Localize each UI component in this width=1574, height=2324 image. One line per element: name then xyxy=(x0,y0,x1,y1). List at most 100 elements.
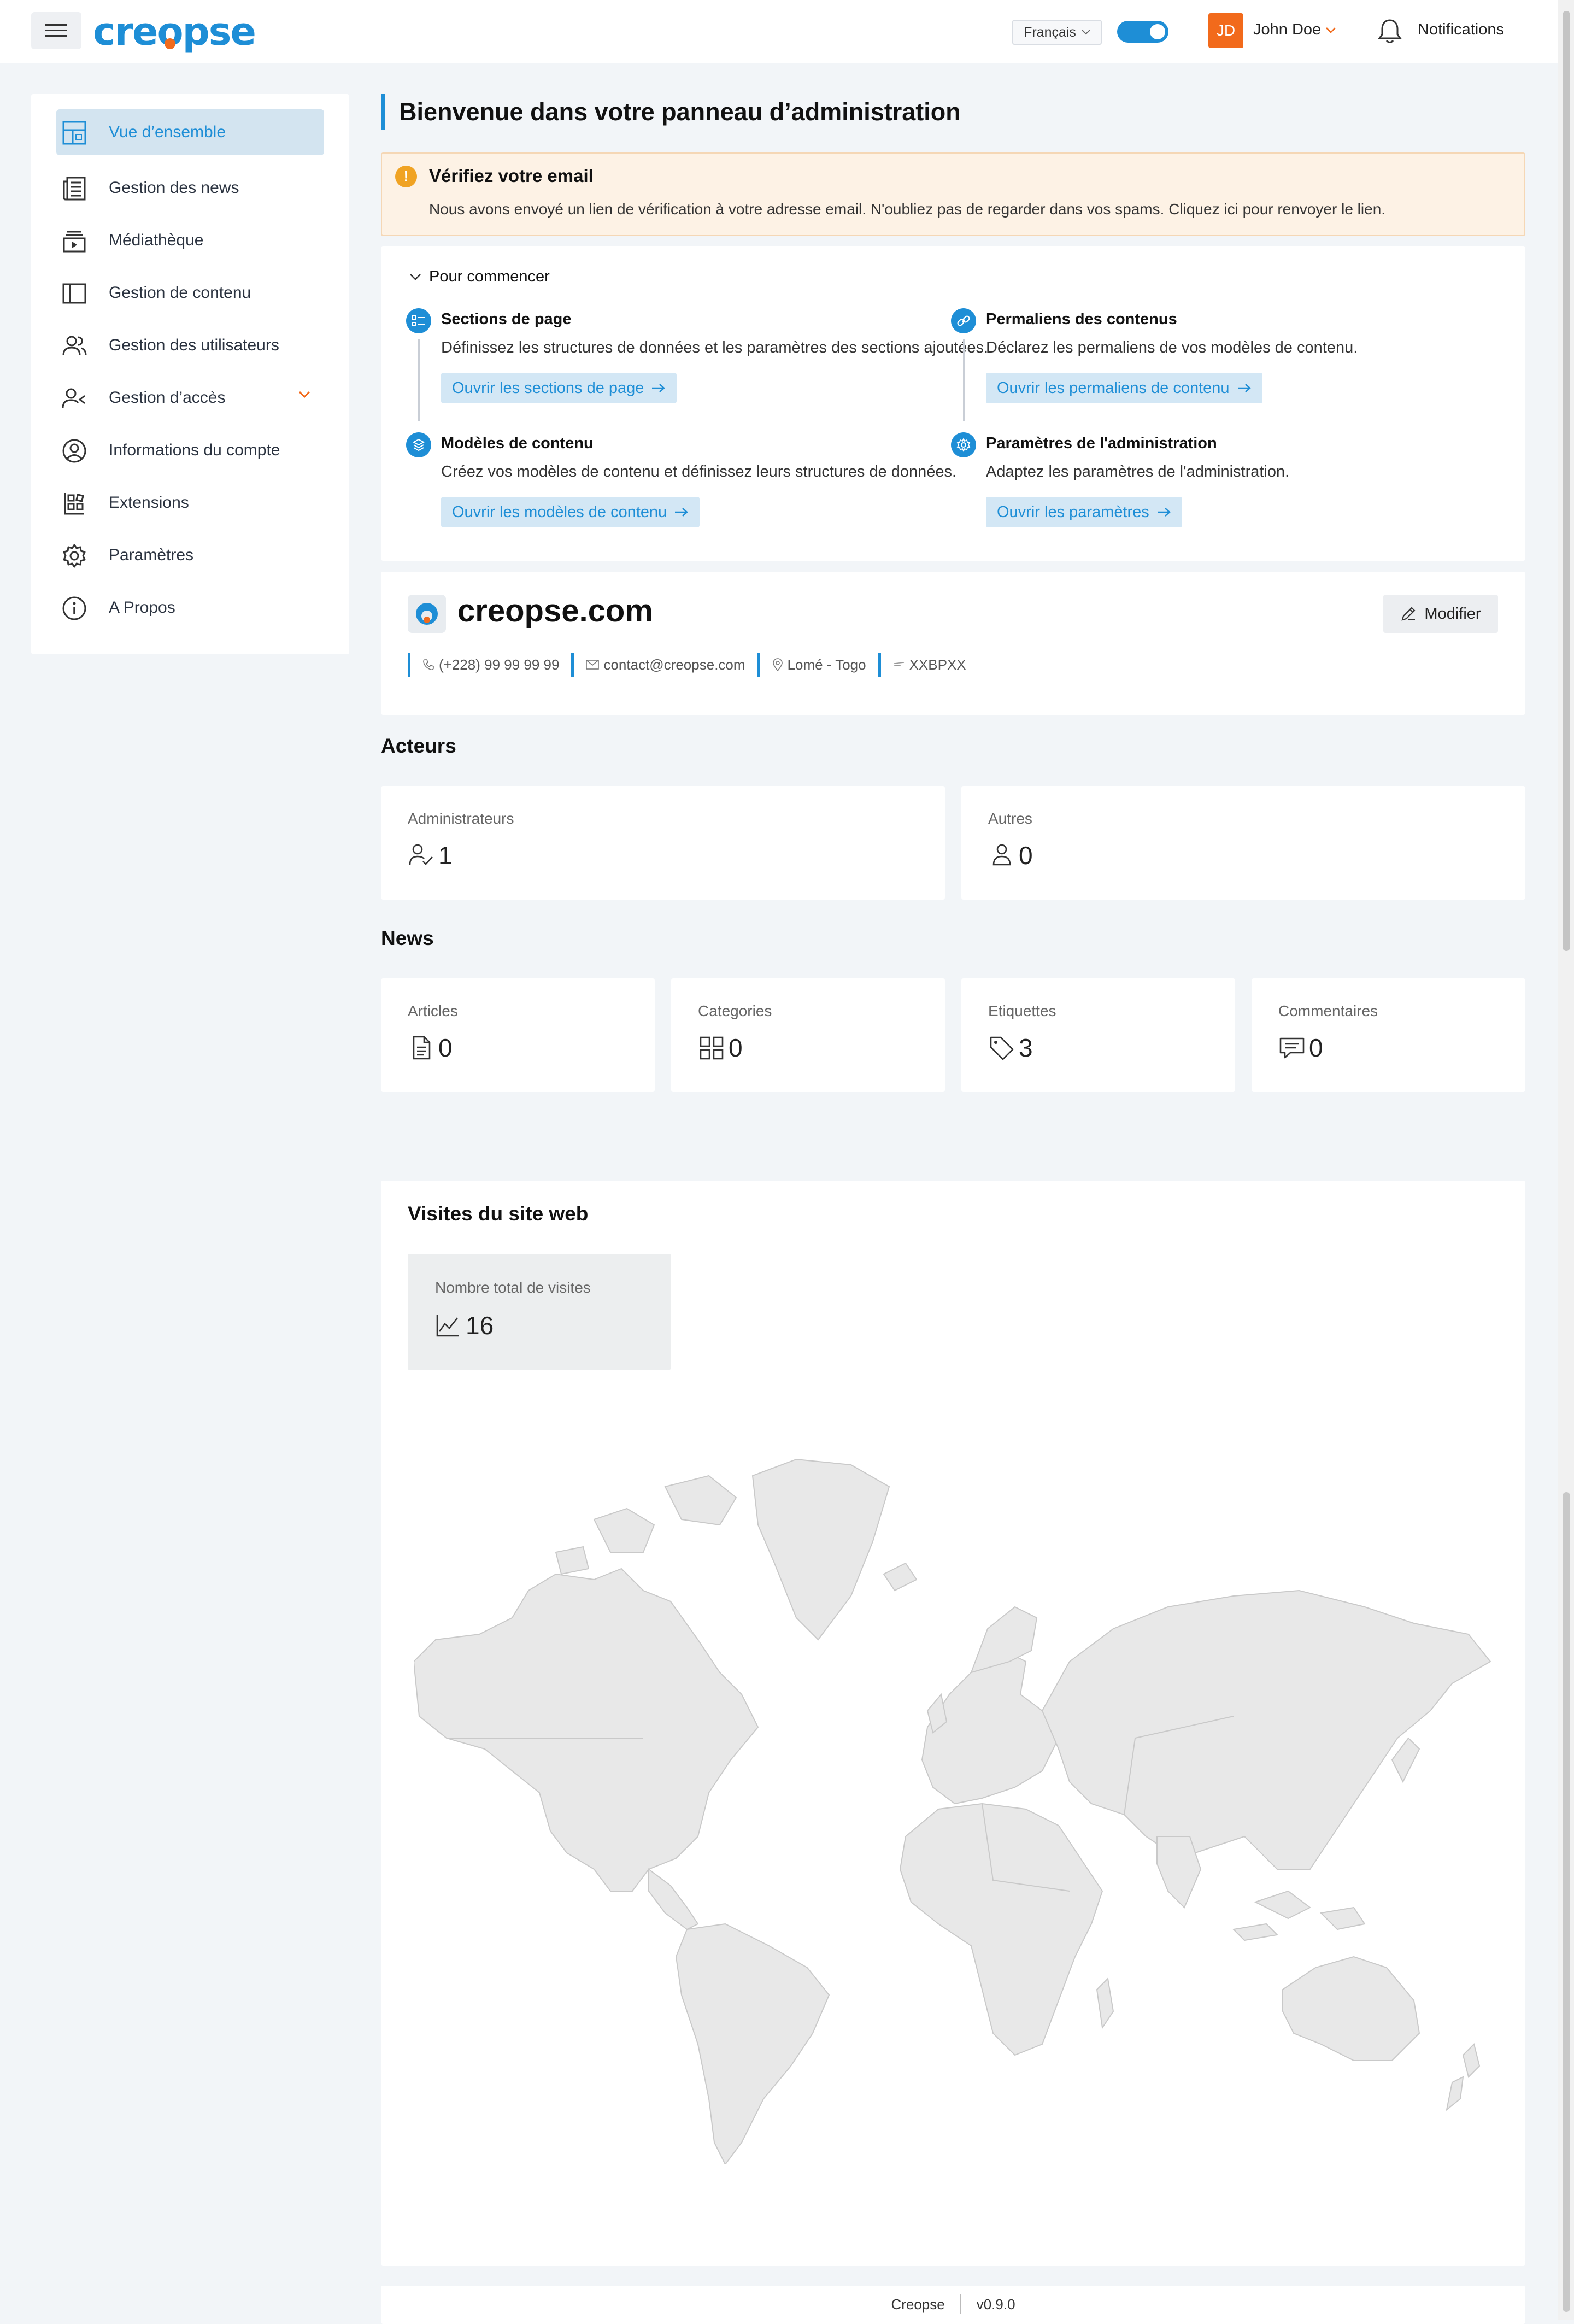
stat-label: Etiquettes xyxy=(988,1002,1056,1019)
users-icon xyxy=(62,336,87,356)
sidebar-item-label: Paramètres xyxy=(109,546,194,564)
open-content-models-button[interactable]: Ouvrir les modèles de contenu xyxy=(441,497,700,527)
sidebar-item-account[interactable]: Informations du compte xyxy=(31,424,349,477)
stat-value: 0 xyxy=(729,1034,743,1062)
account-icon xyxy=(62,439,86,463)
warning-icon: ! xyxy=(395,166,417,187)
sidebar-item-media[interactable]: Médiathèque xyxy=(31,214,349,267)
language-select[interactable]: Français xyxy=(1012,20,1102,45)
stat-card-categories[interactable]: Categories 0 xyxy=(671,978,945,1092)
sidebar-item-label: A Propos xyxy=(109,598,175,617)
language-value: Français xyxy=(1024,24,1076,40)
open-settings-button[interactable]: Ouvrir les paramètres xyxy=(986,497,1182,527)
mailbox-icon xyxy=(894,662,904,666)
sidebar-item-access[interactable]: Gestion d’accès xyxy=(31,372,349,424)
site-location: Lomé - Togo xyxy=(757,653,878,677)
total-visits-label: Nombre total de visites xyxy=(435,1279,591,1296)
stat-card-admins[interactable]: Administrateurs 1 xyxy=(381,786,945,900)
avatar[interactable]: JD xyxy=(1208,13,1243,48)
site-email: contact@creopse.com xyxy=(571,653,757,677)
pencil-icon xyxy=(1401,607,1416,621)
stat-card-articles[interactable]: Articles 0 xyxy=(381,978,655,1092)
stat-value: 0 xyxy=(1309,1034,1323,1062)
step-description: Créez vos modèles de contenu et définiss… xyxy=(441,463,957,480)
open-permalinks-button[interactable]: Ouvrir les permaliens de contenu xyxy=(986,373,1262,403)
site-info-card: creopse.com Modifier (+228) 99 99 99 99 … xyxy=(381,572,1525,715)
layout-icon xyxy=(62,283,86,304)
edit-site-button[interactable]: Modifier xyxy=(1383,595,1498,633)
sidebar-item-about[interactable]: A Propos xyxy=(31,582,349,634)
website-visits-card: Visites du site web Nombre total de visi… xyxy=(381,1181,1525,2266)
open-page-sections-button[interactable]: Ouvrir les sections de page xyxy=(441,373,677,403)
sidebar-item-label: Extensions xyxy=(109,494,189,512)
sidebar-item-content[interactable]: Gestion de contenu xyxy=(31,267,349,319)
stat-value: 3 xyxy=(1019,1034,1033,1062)
sidebar: Vue d’ensemble Gestion des news Médiathè… xyxy=(31,94,349,654)
theme-toggle[interactable] xyxy=(1117,21,1168,43)
line-chart-icon xyxy=(436,1315,459,1337)
info-icon xyxy=(62,596,86,620)
extensions-icon xyxy=(64,493,84,515)
getting-started-toggle[interactable]: Pour commencer xyxy=(409,268,550,286)
stat-card-tags[interactable]: Etiquettes 3 xyxy=(961,978,1235,1092)
stat-label: Autres xyxy=(988,810,1032,827)
arrow-right-icon xyxy=(1237,384,1251,392)
user-check-icon xyxy=(409,844,433,865)
user-icon xyxy=(992,844,1011,866)
world-map[interactable] xyxy=(414,1454,1507,2164)
list-icon xyxy=(406,308,431,333)
step-title: Sections de page xyxy=(441,310,572,328)
step-description: Adaptez les paramètres de l'administrati… xyxy=(986,463,1290,480)
footer-version: v0.9.0 xyxy=(976,2296,1015,2313)
getting-started-card: Pour commencer Sections de page Définiss… xyxy=(381,246,1525,561)
stat-value: 0 xyxy=(1019,841,1033,870)
step-title: Modèles de contenu xyxy=(441,435,594,452)
creopse-logo[interactable]: creo pse xyxy=(93,8,256,56)
getting-started-heading: Pour commencer xyxy=(429,268,550,285)
actors-heading: Acteurs xyxy=(381,735,456,757)
phone-icon xyxy=(423,659,434,671)
user-name: John Doe xyxy=(1253,21,1322,38)
email-verification-alert: ! Vérifiez votre email Nous avons envoyé… xyxy=(381,152,1525,236)
categories-icon xyxy=(700,1036,724,1060)
sidebar-item-extensions[interactable]: Extensions xyxy=(31,477,349,529)
chevron-down-icon xyxy=(1326,27,1336,33)
sidebar-item-label: Gestion de contenu xyxy=(109,284,251,302)
arrow-right-icon xyxy=(675,508,689,517)
stat-card-comments[interactable]: Commentaires 0 xyxy=(1252,978,1525,1092)
news-heading: News xyxy=(381,927,434,949)
sidebar-item-settings[interactable]: Paramètres xyxy=(31,529,349,582)
site-name: creopse.com xyxy=(457,593,653,629)
stat-card-others[interactable]: Autres 0 xyxy=(961,786,1525,900)
settings-icon xyxy=(951,432,976,457)
notifications-link[interactable]: Notifications xyxy=(1418,21,1504,39)
alert-text[interactable]: Nous avons envoyé un lien de vérificatio… xyxy=(429,201,1385,218)
sidebar-item-overview[interactable]: Vue d’ensemble xyxy=(56,109,324,155)
chevron-down-icon xyxy=(1082,30,1090,35)
comment-icon xyxy=(1279,1037,1305,1059)
total-visits-box: Nombre total de visites 16 xyxy=(408,1254,671,1370)
sidebar-item-news[interactable]: Gestion des news xyxy=(31,162,349,214)
menu-toggle-button[interactable] xyxy=(31,12,81,49)
footer-brand: Creopse xyxy=(891,2296,945,2313)
media-icon xyxy=(63,231,86,253)
stat-value: 1 xyxy=(438,841,453,870)
total-visits-value: 16 xyxy=(466,1311,494,1340)
site-postal-code: XXBPXX xyxy=(878,653,978,677)
sidebar-item-label: Gestion des news xyxy=(109,179,239,197)
hamburger-icon xyxy=(45,24,67,37)
step-title: Paramètres de l'administration xyxy=(986,435,1217,452)
chevron-down-icon xyxy=(410,273,421,280)
page-scrollbar[interactable] xyxy=(1558,0,1574,2320)
top-bar: creo pse Français JD John Doe Notificatio… xyxy=(0,0,1558,63)
arrow-right-icon xyxy=(1157,508,1171,517)
step-description: Définissez les structures de données et … xyxy=(441,339,989,356)
stat-label: Commentaires xyxy=(1278,1002,1378,1019)
chevron-down-icon xyxy=(298,391,310,398)
site-phone: (+228) 99 99 99 99 xyxy=(408,653,571,677)
sidebar-item-users[interactable]: Gestion des utilisateurs xyxy=(31,319,349,372)
user-menu[interactable]: John Doe xyxy=(1253,21,1336,39)
newspaper-icon xyxy=(63,177,86,201)
document-icon xyxy=(413,1036,431,1060)
notifications-bell-icon[interactable] xyxy=(1377,17,1402,45)
